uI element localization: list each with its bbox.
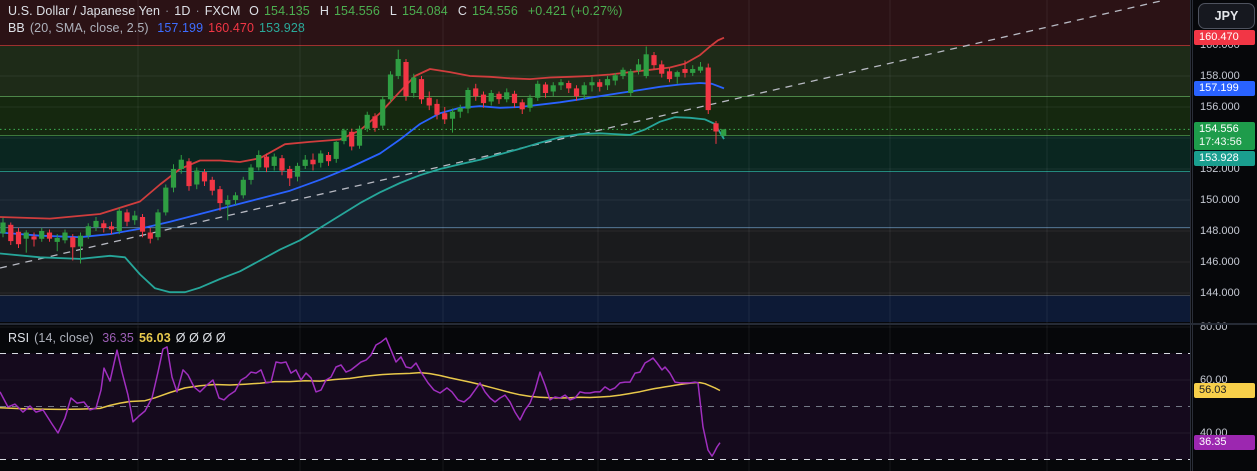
bb-title[interactable]: BB [8, 21, 25, 35]
rsi-params: (14, close) [34, 331, 94, 345]
bb-lower-value: 153.928 [259, 21, 305, 35]
price-axis-badge: 157.199 [1194, 80, 1255, 96]
bb-params: (20, SMA, close, 2.5) [29, 21, 149, 35]
rsi-axis-badge: 56.03 [1194, 383, 1255, 398]
bb-indicator-legend[interactable]: BB (20, SMA, close, 2.5) 157.199 160.470 15… [8, 21, 310, 35]
legend-separator: · [165, 4, 170, 18]
price-tick-label: 150.000 [1200, 194, 1240, 206]
price-tick-label: 148.000 [1200, 225, 1240, 237]
chart-canvas[interactable] [0, 0, 1192, 471]
interval-label[interactable]: 1D [174, 4, 190, 18]
price-axis-badge: 154.556 17:43:56 [1194, 121, 1255, 150]
rsi-ma-value: 56.03 [138, 331, 171, 345]
exchange-label: FXCM [204, 4, 241, 18]
open-value: O 154.135 [249, 4, 310, 18]
rsi-value: 36.35 [102, 331, 134, 345]
symbol-title[interactable]: U.S. Dollar / Japanese Yen [8, 4, 160, 18]
price-axis-badge: 160.470 [1194, 30, 1255, 46]
price-tick-label: 144.000 [1200, 287, 1240, 299]
pane-separator[interactable] [0, 323, 1257, 325]
rsi-indicator-legend[interactable]: RSI (14, close) 36.35 56.03 Ø Ø Ø Ø [8, 331, 231, 345]
bb-upper-value: 160.470 [208, 21, 255, 35]
legend-separator: · [195, 4, 200, 18]
high-value: H 154.556 [319, 4, 380, 18]
low-value: L 154.084 [389, 4, 448, 18]
price-tick-label: 156.000 [1200, 101, 1240, 113]
rsi-title[interactable]: RSI [8, 331, 29, 345]
price-axis[interactable]: 160.000158.000156.000154.000152.000150.0… [1192, 0, 1257, 471]
trading-chart-app: U.S. Dollar / Japanese Yen · 1D · FXCM O 154.… [0, 0, 1257, 471]
symbol-legend[interactable]: U.S. Dollar / Japanese Yen · 1D · FXCM O 154.… [8, 4, 628, 18]
currency-toggle-button[interactable]: JPY [1198, 3, 1255, 29]
price-axis-badge: 153.928 [1194, 150, 1255, 166]
bb-basis-value: 157.199 [157, 21, 204, 35]
close-value: C 154.556 [457, 4, 518, 18]
price-tick-label: 146.000 [1200, 256, 1240, 268]
rsi-axis-badge: 36.35 [1194, 435, 1255, 451]
change-value: +0.421 (+0.27%) [527, 4, 623, 18]
rsi-empty-values: Ø Ø Ø Ø [175, 331, 226, 345]
